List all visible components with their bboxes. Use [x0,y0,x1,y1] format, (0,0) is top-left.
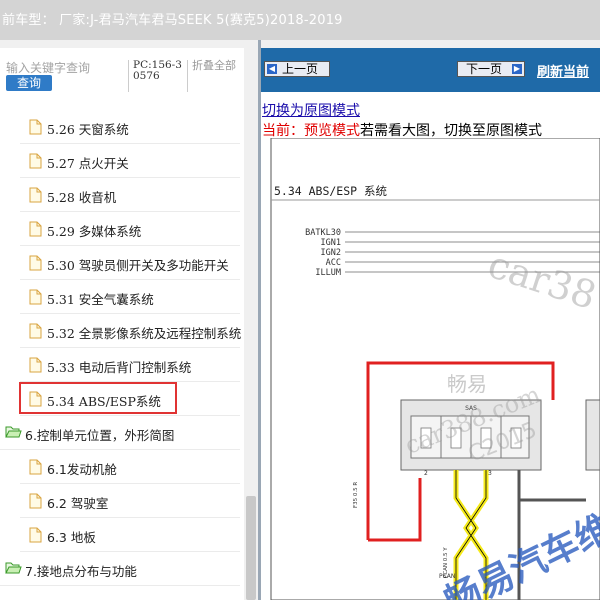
pc-code-label: PC:156-30576 [133,59,182,82]
status-suffix: 若需看大图，切换至原图模式 [360,123,542,139]
document-icon [29,323,42,339]
tree-item-6-2[interactable]: 6.2 驾驶室 [0,484,244,518]
mode-status: 当前：预览模式若需看大图，切换至原图模式 [262,120,542,140]
right-panel: ◀ 上一页 下一页 ▶ 刷新当前 切换为原图模式 当前：预览模式若需看大图，切换… [261,48,600,600]
diagram-canvas: 5.34 ABS/ESP 系统 BATKL30 IGN1 IGN2 ACC IL… [270,138,600,600]
row-divider [20,483,240,484]
document-icon [29,493,42,509]
row-divider [20,211,240,212]
tree-item-5-30[interactable]: 5.30 驾驶员侧开关及多功能开关 [0,246,244,280]
next-page-button[interactable]: 下一页 ▶ [457,61,525,77]
tree-item-label: 6.3 地板 [47,530,96,545]
tree-item-5-31[interactable]: 5.31 安全气囊系统 [0,280,244,314]
bus-label-acc: ACC [326,258,341,268]
row-divider [20,313,240,314]
tree-item-label: 5.31 安全气囊系统 [47,292,154,307]
window-titlebar: 前车型： 厂家:J-君马汽车君马SEEK 5(赛克5)2018-2019 [0,0,600,40]
diagram-section-title: 5.34 ABS/ESP 系统 [274,184,388,198]
bus-label-batkl30: BATKL30 [305,228,341,238]
row-divider [0,449,240,450]
collapse-all-button[interactable]: 折叠全部 [192,60,236,72]
wire-label: PCAN 0.5 Y [443,547,449,578]
separator [187,60,188,92]
tree-folder-label: 6.控制单元位置，外形简图 [25,428,175,443]
tree-item-5-27[interactable]: 5.27 点火开关 [0,144,244,178]
row-divider [20,415,240,416]
connector-label: SAS [465,405,477,412]
refresh-link[interactable]: 刷新当前 [537,61,589,80]
switch-original-mode-link[interactable]: 切换为原图模式 [262,100,360,120]
wire-label: F35 0.5 R [353,482,359,508]
folder-open-icon [5,426,22,438]
row-divider [20,143,240,144]
tree-item-6-3[interactable]: 6.3 地板 [0,518,244,552]
next-page-label: 下一页 [466,62,503,76]
separator [128,60,129,92]
tree-item-label: 5.29 多媒体系统 [47,224,142,239]
document-icon [29,527,42,543]
status-prefix: 当前：预览模式 [262,123,360,139]
tree-item-label: 5.30 驾驶员侧开关及多功能开关 [47,258,229,273]
connector-pin [420,427,432,449]
document-icon [29,119,42,135]
tree-item-label: 6.2 驾驶室 [47,496,109,511]
search-row: 查询 PC:156-30576 折叠全部 [0,48,258,94]
row-divider [20,551,240,552]
prev-page-button[interactable]: ◀ 上一页 [264,61,330,77]
folder-open-icon [5,562,22,574]
tree-folder-7[interactable]: 7.接地点分布与功能 [0,552,244,586]
row-divider [20,245,240,246]
adjacent-connector [585,399,600,471]
tree-item-5-28[interactable]: 5.28 收音机 [0,178,244,212]
prev-page-label: 上一页 [282,62,319,76]
connector-pin [480,427,492,449]
selection-highlight [19,382,177,414]
query-button[interactable]: 查询 [6,75,52,91]
tree-item-label: 5.32 全景影像系统及远程控制系统 [47,326,242,341]
tree-item-label: 5.26 天窗系统 [47,122,129,137]
row-divider [20,347,240,348]
toolbar-strip [0,40,600,48]
tree-item-label: 5.28 收音机 [47,190,117,205]
document-icon [29,255,42,271]
scrollbar-thumb[interactable] [246,496,256,600]
pin-number: 2 [424,470,428,477]
row-divider [0,585,240,586]
pin-number: 3 [488,470,492,477]
tree-item-6-1[interactable]: 6.1发动机舱 [0,450,244,484]
row-divider [20,517,240,518]
window-title: 前车型： 厂家:J-君马汽车君马SEEK 5(赛克5)2018-2019 [2,13,343,28]
document-icon [29,153,42,169]
tree-item-5-33[interactable]: 5.33 电动后背门控制系统 [0,348,244,382]
bus-label-ign2: IGN2 [321,248,341,258]
tree-item-label: 5.27 点火开关 [47,156,129,171]
arrow-left-icon: ◀ [267,64,277,74]
nav-bar: ◀ 上一页 下一页 ▶ 刷新当前 [261,48,600,92]
tree-scrollbar[interactable] [244,48,258,600]
connector-pin [510,427,522,449]
diagram-frame [270,138,600,600]
tree-folder-6[interactable]: 6.控制单元位置，外形简图 [0,416,244,450]
tree-folder-label: 7.接地点分布与功能 [25,564,137,579]
left-panel: 查询 PC:156-30576 折叠全部 5.26 天窗系统 5.27 点火开关… [0,48,258,600]
connector-pin [450,427,462,449]
tree-item-5-32[interactable]: 5.32 全景影像系统及远程控制系统 [0,314,244,348]
tree-item-5-26[interactable]: 5.26 天窗系统 [0,110,244,144]
document-icon [29,459,42,475]
bus-label-ign1: IGN1 [321,238,341,248]
document-icon [29,289,42,305]
row-divider [20,279,240,280]
tree-item-5-29[interactable]: 5.29 多媒体系统 [0,212,244,246]
tree-item-label: 6.1发动机舱 [47,462,117,477]
document-icon [29,357,42,373]
document-icon [29,221,42,237]
search-input[interactable] [6,61,124,75]
bus-label-illum: ILLUM [315,268,341,278]
document-icon [29,187,42,203]
arrow-right-icon: ▶ [512,64,522,74]
tree-item-label: 5.33 电动后背门控制系统 [47,360,192,375]
wiring-diagram[interactable]: 5.34 ABS/ESP 系统 BATKL30 IGN1 IGN2 ACC IL… [261,138,600,600]
row-divider [20,177,240,178]
